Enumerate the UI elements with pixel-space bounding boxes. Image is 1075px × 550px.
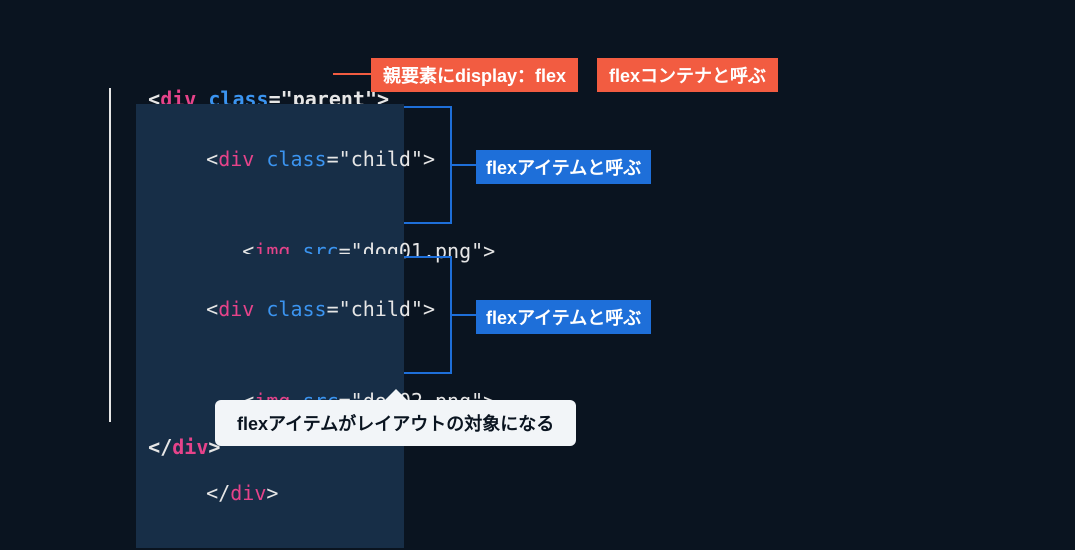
- label-flex-item-2: flexアイテムと呼ぶ: [476, 300, 651, 334]
- connector-orange: [333, 73, 371, 75]
- label-display-flex: 親要素にdisplay：flex: [371, 58, 578, 92]
- bracket-2-top: [404, 256, 450, 258]
- tag-div: div: [218, 297, 254, 321]
- label-flex-container: flexコンテナと呼ぶ: [597, 58, 778, 92]
- tree-vertical-line: [109, 88, 111, 422]
- bracket-2-bottom: [404, 372, 450, 374]
- bracket-2-stem: [450, 314, 476, 316]
- attr-class: class: [266, 297, 326, 321]
- tooltip-flex-item-layout: flexアイテムがレイアウトの対象になる: [215, 400, 576, 446]
- bracket-1-stem: [450, 164, 476, 166]
- label-flex-item-1: flexアイテムと呼ぶ: [476, 150, 651, 184]
- val-child: child: [351, 147, 411, 171]
- parent-close-line: </div>: [100, 408, 220, 486]
- bracket-1-bottom: [404, 222, 450, 224]
- bracket-1-top: [404, 106, 450, 108]
- tag-div: div: [218, 147, 254, 171]
- attr-class: class: [266, 147, 326, 171]
- val-child: child: [351, 297, 411, 321]
